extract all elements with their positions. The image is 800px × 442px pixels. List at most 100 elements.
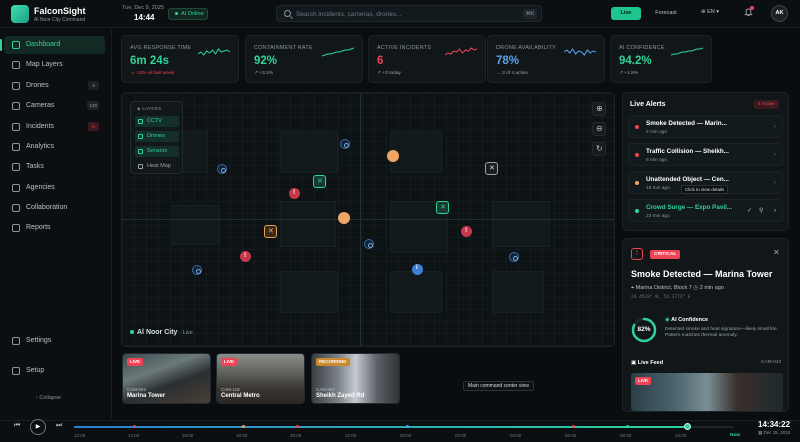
sidebar-item-collaboration[interactable]: Collaboration xyxy=(4,199,105,217)
timeline-event-marker[interactable] xyxy=(242,425,245,428)
kpi-card-ai-confidence[interactable]: AI Confidence 94.2% ↗ +1.8% xyxy=(610,35,712,83)
skip-forward-icon[interactable]: ⏭ xyxy=(56,422,62,430)
kpi-card-response-time[interactable]: Avg Response Time 6m 24s ↘ -12% vs last … xyxy=(121,35,239,83)
zoom-in-button[interactable]: ⊕ xyxy=(592,102,606,116)
drone-marker[interactable] xyxy=(436,201,449,214)
timeline-event-marker[interactable] xyxy=(626,425,629,428)
chevron-right-icon: › xyxy=(773,179,776,186)
sidebar-item-map-layers[interactable]: Map Layers xyxy=(4,56,105,74)
alert-item[interactable]: Traffic Collision — Sheikh... 8 min ago … xyxy=(628,143,783,166)
avatar[interactable]: AK xyxy=(771,5,788,22)
sidebar-item-tasks[interactable]: Tasks xyxy=(4,158,105,176)
timeline-event-marker[interactable] xyxy=(406,425,409,428)
drone-marker[interactable] xyxy=(485,162,498,175)
camera-marker[interactable] xyxy=(364,239,374,249)
header-date: Tue, Dec 9, 2025 xyxy=(122,5,164,11)
incident-marker[interactable] xyxy=(412,264,423,275)
camera-marker[interactable] xyxy=(509,252,519,262)
app-logo xyxy=(11,5,29,23)
layer-toggle-sensors[interactable]: Sensors xyxy=(135,146,179,157)
camera-marker[interactable] xyxy=(217,164,227,174)
sidebar-item-drones[interactable]: Drones 4 xyxy=(4,77,105,95)
sidebar-item-settings[interactable]: Settings xyxy=(4,332,105,350)
incident-marker[interactable] xyxy=(387,150,399,162)
kpi-value: 94.2% xyxy=(619,55,652,67)
assign-user-icon[interactable]: ⚲ xyxy=(759,207,763,214)
camera-thumbnail[interactable]: LIVE CAM-118 Central Metro xyxy=(216,353,305,404)
forecast-mode-button[interactable]: Forecast xyxy=(646,7,686,20)
zoom-out-button[interactable]: ⊖ xyxy=(592,122,606,136)
timeline-tick: 14:00 xyxy=(128,433,140,438)
language-selector[interactable]: ⊕ EN ▾ xyxy=(701,9,719,15)
drone-marker[interactable] xyxy=(264,225,277,238)
live-badge: LIVE xyxy=(221,358,238,366)
camera-name: Central Metro xyxy=(221,393,260,399)
kpi-card-active-incidents[interactable]: Active Incidents 6 ↗ +3 today xyxy=(368,35,486,83)
drone-icon xyxy=(138,134,143,139)
map-area-label: Al Noor City · Live xyxy=(130,329,193,336)
incident-marker[interactable] xyxy=(338,212,350,224)
sidebar-item-analytics[interactable]: Analytics xyxy=(4,138,105,156)
acknowledge-icon[interactable]: ✓ xyxy=(747,207,752,214)
sidebar-item-dashboard[interactable]: Dashboard xyxy=(0,36,105,54)
layers-title: ◈ LAYERS xyxy=(137,106,162,111)
sidebar-collapse-button[interactable]: ‹ Collapse xyxy=(36,395,61,401)
kpi-value: 6 xyxy=(377,55,384,67)
kpi-card-containment-rate[interactable]: Containment Rate 92% ↗ +3.2% xyxy=(245,35,363,83)
drone-marker[interactable] xyxy=(313,175,326,188)
sidebar-item-agencies[interactable]: Agencies xyxy=(4,179,105,197)
camera-marker[interactable] xyxy=(192,265,202,275)
live-mode-button[interactable]: Live xyxy=(611,7,641,20)
live-feed-title: ▣ Live Feed xyxy=(631,360,664,366)
incident-title: Smoke Detected — Marina Tower xyxy=(631,269,773,279)
camera-icon xyxy=(12,102,20,110)
timeline-event-marker[interactable] xyxy=(133,425,136,428)
timeline-event-marker[interactable] xyxy=(572,425,575,428)
kpi-sparkline xyxy=(564,48,596,56)
camera-thumbnail[interactable]: LIVE CAM-042 Marina Tower xyxy=(122,353,211,404)
play-button[interactable]: ▶ xyxy=(30,419,46,435)
city-map[interactable]: ◈ LAYERS CCTV Drones Sensors Heat Map ⊕ … xyxy=(121,92,615,347)
kpi-delta: ↗ +3.2% xyxy=(254,71,274,76)
map-block xyxy=(492,271,544,313)
camera-marker[interactable] xyxy=(340,139,350,149)
incident-marker[interactable] xyxy=(289,188,300,199)
sidebar-item-incidents[interactable]: Incidents 6 xyxy=(4,118,105,136)
timeline-scrubber[interactable] xyxy=(684,423,691,430)
map-block xyxy=(390,271,442,313)
alert-title: Unattended Object — Cen... xyxy=(646,176,729,183)
live-feed-video[interactable] xyxy=(631,373,783,411)
app-subtitle: Al Noor City Command xyxy=(34,17,86,23)
recording-badge: RECORDING xyxy=(316,358,350,366)
heat-map-icon xyxy=(138,164,143,169)
alert-item[interactable]: Smoke Detected — Marin... 2 min ago › xyxy=(628,115,783,138)
skip-back-icon[interactable]: ⏮ xyxy=(14,422,20,430)
severity-dot-icon xyxy=(635,209,639,213)
alert-icon xyxy=(12,123,20,131)
search-input[interactable] xyxy=(296,9,496,19)
timeline-tick: 04:00 xyxy=(510,433,522,438)
layer-toggle-cctv[interactable]: CCTV xyxy=(135,116,179,127)
chevron-right-icon[interactable]: › xyxy=(774,207,776,214)
incident-marker[interactable] xyxy=(461,226,472,237)
reset-view-button[interactable]: ↻ xyxy=(592,142,606,156)
incident-marker[interactable] xyxy=(240,251,251,262)
timeline-tick: 18:00 xyxy=(236,433,248,438)
layer-toggle-heat-map[interactable]: Heat Map xyxy=(135,161,179,172)
layers-panel: ◈ LAYERS CCTV Drones Sensors Heat Map xyxy=(130,101,183,174)
kpi-card-drone-availability[interactable]: Drone Availability 78% → 3 of 4 active xyxy=(487,35,605,83)
global-search[interactable]: ⌘K xyxy=(276,5,542,22)
layer-toggle-drones[interactable]: Drones xyxy=(135,131,179,142)
alert-time: 23 min ago xyxy=(646,214,670,219)
sidebar-item-reports[interactable]: Reports xyxy=(4,219,105,237)
setup-icon xyxy=(12,367,20,375)
timeline-progress xyxy=(74,426,687,428)
close-icon[interactable]: ✕ xyxy=(773,248,780,257)
camera-thumbnail[interactable]: RECORDING CAM-067 Sheikh Zayed Rd xyxy=(311,353,400,404)
sidebar-item-setup[interactable]: Setup xyxy=(4,362,105,380)
alert-item[interactable]: Crowd Surge — Expo Pavil... 23 min ago ✓… xyxy=(628,199,783,222)
sidebar-item-cameras[interactable]: Cameras 120 xyxy=(4,97,105,115)
timeline-event-marker[interactable] xyxy=(296,425,299,428)
status-dot-icon xyxy=(130,330,134,335)
alert-title: Crowd Surge — Expo Pavil... xyxy=(646,204,733,211)
